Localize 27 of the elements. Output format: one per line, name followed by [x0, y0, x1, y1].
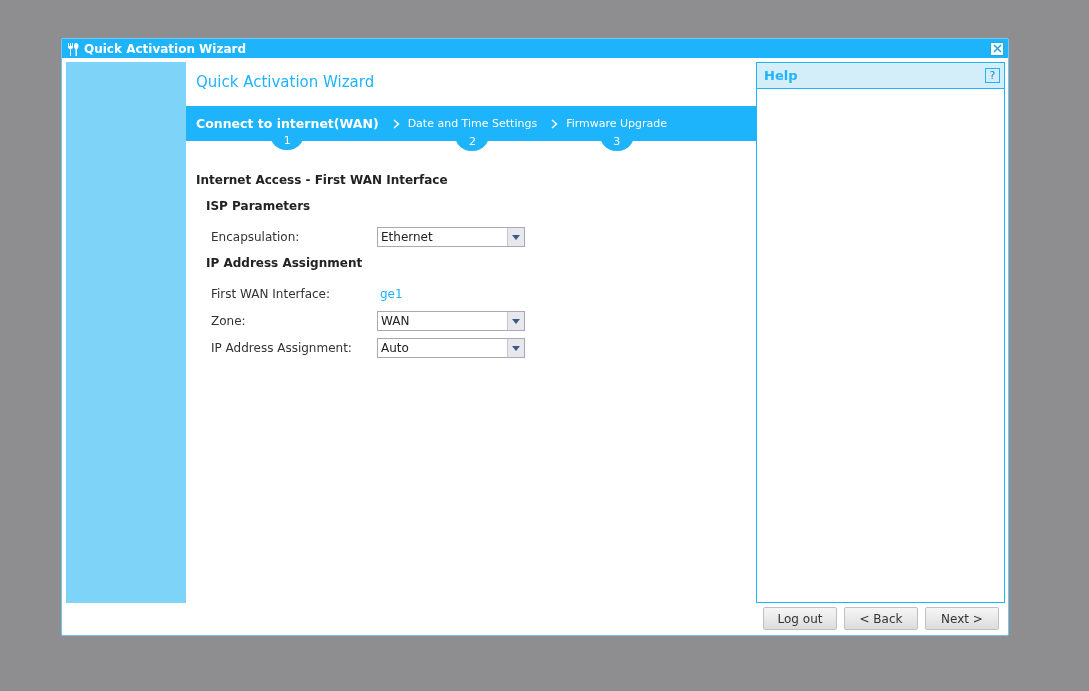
step-number: 2 [455, 135, 490, 151]
field-value: ge1 [379, 287, 403, 301]
group-title: ISP Parameters [206, 199, 312, 213]
dropdown[interactable]: WAN [377, 311, 525, 331]
chevron-icon [551, 118, 559, 129]
help-title: Help [764, 68, 798, 83]
field-label: First WAN Interface: [211, 287, 332, 301]
chevron-icon [392, 118, 400, 129]
tools-icon [66, 41, 80, 56]
dropdown[interactable]: Ethernet [377, 227, 525, 247]
window-title: Quick Activation Wizard [84, 41, 248, 56]
step-number: 1 [270, 134, 305, 150]
caret-icon [512, 234, 520, 240]
dropdown[interactable]: Auto [377, 338, 525, 358]
step-number: 3 [599, 135, 634, 151]
wizard-button[interactable]: Log out [763, 607, 837, 630]
group-title: IP Address Assignment [206, 256, 364, 270]
close-button[interactable] [990, 41, 1004, 56]
wizard-button[interactable]: < Back [844, 607, 918, 630]
section-title: Internet Access - First WAN Interface [196, 173, 449, 187]
caret-icon [512, 318, 520, 324]
wizard-heading: Quick Activation Wizard [195, 72, 376, 93]
field-label: Zone: [211, 314, 247, 328]
wizard-button[interactable]: Next > [925, 607, 999, 630]
field-label: IP Address Assignment: [211, 341, 353, 355]
caret-icon [512, 345, 520, 351]
field-label: Encapsulation: [211, 230, 301, 244]
